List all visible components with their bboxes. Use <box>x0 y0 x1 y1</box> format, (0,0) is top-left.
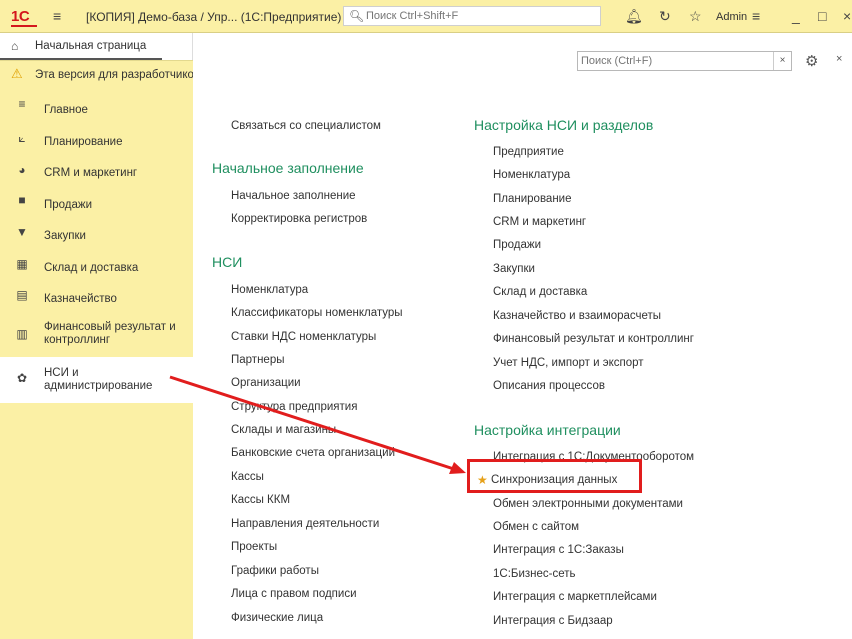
link-settings-crm[interactable]: CRM и маркетинг <box>493 216 586 228</box>
link-orders-integration[interactable]: Интеграция с 1С:Заказы <box>493 544 624 556</box>
bell-icon[interactable]: 🔔︎ <box>625 8 643 25</box>
link-business-network[interactable]: 1С:Бизнес-сеть <box>493 568 576 580</box>
link-nomenclature-classifiers[interactable]: Классификаторы номенклатуры <box>231 307 403 319</box>
sidebar-item-planning[interactable]: ⟀ Планирование <box>0 125 193 157</box>
warehouse-icon: ▦ <box>16 257 28 271</box>
section-title-integration: Настройка интеграции <box>474 422 621 438</box>
link-bidzaar[interactable]: Интеграция с Бидзаар <box>493 615 613 627</box>
logo-underline <box>11 25 37 27</box>
sidebar-item-crm[interactable]: ◕ CRM и маркетинг <box>0 156 193 188</box>
sidebar-item-label: НСИ и администрирование <box>44 367 153 392</box>
home-tab[interactable]: ⌂ Начальная страница <box>0 33 193 60</box>
sidebar-item-label: Планирование <box>44 136 123 148</box>
window-title: [КОПИЯ] Демо-база / Упр... (1С:Предприят… <box>86 10 342 24</box>
link-site-exchange[interactable]: Обмен с сайтом <box>493 521 579 533</box>
cart-icon: ▼ <box>16 225 28 239</box>
link-organizations[interactable]: Организации <box>231 377 301 389</box>
link-register-correction[interactable]: Корректировка регистров <box>231 213 367 225</box>
section-panel: × ⚙ × Связаться со специалистом Начально… <box>193 33 852 639</box>
sections-sidebar: ≡ Главное ⟀ Планирование ◕ CRM и маркети… <box>0 88 193 639</box>
link-settings-planning[interactable]: Планирование <box>493 193 571 205</box>
gear-icon: ✿ <box>16 371 28 385</box>
title-bar: 1С ≡ [КОПИЯ] Демо-база / Упр... (1С:Пред… <box>0 0 852 33</box>
home-tab-label: Начальная страница <box>35 40 147 52</box>
link-warehouses-stores[interactable]: Склады и магазины <box>231 424 336 436</box>
settings-menu-icon[interactable]: ≡ <box>752 8 760 24</box>
link-initial-fill[interactable]: Начальное заполнение <box>231 190 356 202</box>
coins-icon: ▤ <box>16 288 28 302</box>
highlight-rectangle <box>467 459 642 493</box>
maximize-icon[interactable]: □ <box>818 8 826 24</box>
link-settings-vat[interactable]: Учет НДС, импорт и экспорт <box>493 357 644 369</box>
app-logo[interactable]: 1С <box>11 8 37 27</box>
bar-chart-icon: ▥ <box>16 327 28 341</box>
link-signatories[interactable]: Лица с правом подписи <box>231 588 357 600</box>
pie-icon: ◕ <box>18 163 26 177</box>
link-cash-desks[interactable]: Кассы <box>231 471 264 483</box>
close-window-icon[interactable]: × <box>843 8 851 24</box>
link-enterprise-structure[interactable]: Структура предприятия <box>231 401 357 413</box>
user-name[interactable]: Admin <box>716 11 747 23</box>
sidebar-item-admin[interactable]: ✿ НСИ и администрирование <box>0 357 193 403</box>
link-work-schedules[interactable]: Графики работы <box>231 565 319 577</box>
link-settings-treasury[interactable]: Казначейство и взаиморасчеты <box>493 310 661 322</box>
link-kkm-cash-desks[interactable]: Кассы ККМ <box>231 494 290 506</box>
global-search-box[interactable]: 🔍︎ <box>343 6 601 26</box>
link-settings-nomenclature[interactable]: Номенклатура <box>493 169 570 181</box>
section-title-initial: Начальное заполнение <box>212 160 364 176</box>
history-icon[interactable]: ↻ <box>659 8 671 25</box>
link-vat-rates[interactable]: Ставки НДС номенклатуры <box>231 331 376 343</box>
link-enterprise[interactable]: Предприятие <box>493 146 564 158</box>
clear-search-button[interactable]: × <box>773 52 791 70</box>
developer-version-banner: ⚠ Эта версия для разработчиков <box>0 60 193 88</box>
link-edi-exchange[interactable]: Обмен электронными документами <box>493 498 683 510</box>
sidebar-item-label: Финансовый результат и контроллинг <box>44 321 176 346</box>
link-settings-purchases[interactable]: Закупки <box>493 263 535 275</box>
section-title-settings: Настройка НСИ и разделов <box>474 117 654 133</box>
section-title-nsi: НСИ <box>212 254 243 270</box>
sidebar-item-label: Продажи <box>44 199 93 211</box>
sidebar-item-label: Закупки <box>44 230 86 242</box>
link-process-descriptions[interactable]: Описания процессов <box>493 380 605 392</box>
settings-gear-icon[interactable]: ⚙ <box>805 52 818 70</box>
sidebar-item-sales[interactable]: ■ Продажи <box>0 188 193 220</box>
star-icon[interactable]: ☆ <box>689 8 702 25</box>
menu-icon: ≡ <box>18 97 26 111</box>
global-search-input[interactable] <box>366 9 596 23</box>
contact-specialist-link[interactable]: Связаться со специалистом <box>231 120 381 132</box>
panel-search-input[interactable] <box>581 54 771 68</box>
link-partners[interactable]: Партнеры <box>231 354 284 366</box>
panel-search-box[interactable]: × <box>577 51 792 71</box>
link-nomenclature[interactable]: Номенклатура <box>231 284 308 296</box>
sidebar-item-label: Главное <box>44 104 88 116</box>
link-bank-accounts[interactable]: Банковские счета организаций <box>231 447 395 459</box>
sidebar-item-finance[interactable]: ▥ Финансовый результат и контроллинг <box>0 314 193 356</box>
bag-icon: ■ <box>18 193 26 207</box>
hamburger-menu-icon[interactable]: ≡ <box>53 8 61 24</box>
close-panel-icon[interactable]: × <box>836 53 842 65</box>
link-projects[interactable]: Проекты <box>231 541 277 553</box>
home-icon: ⌂ <box>11 39 19 53</box>
sidebar-item-main[interactable]: ≡ Главное <box>0 93 193 125</box>
sidebar-item-label: Казначейство <box>44 293 117 305</box>
link-settings-warehouse[interactable]: Склад и доставка <box>493 286 587 298</box>
search-icon: 🔍︎ <box>349 9 365 23</box>
sidebar-item-label: CRM и маркетинг <box>44 167 138 179</box>
banner-text: Эта версия для разработчиков <box>35 69 193 81</box>
sidebar-item-purchases[interactable]: ▼ Закупки <box>0 219 193 251</box>
chart-icon: ⟀ <box>18 131 26 145</box>
link-settings-finance[interactable]: Финансовый результат и контроллинг <box>493 333 694 345</box>
sidebar-item-treasury[interactable]: ▤ Казначейство <box>0 282 193 314</box>
app-logo-text: 1С <box>11 8 30 25</box>
minimize-icon[interactable]: _ <box>792 8 800 24</box>
sidebar-item-label: Склад и доставка <box>44 262 139 274</box>
warning-icon: ⚠ <box>11 66 23 81</box>
link-settings-sales[interactable]: Продажи <box>493 239 541 251</box>
link-business-lines[interactable]: Направления деятельности <box>231 518 379 530</box>
sidebar-item-warehouse[interactable]: ▦ Склад и доставка <box>0 251 193 283</box>
link-marketplaces[interactable]: Интеграция с маркетплейсами <box>493 591 657 603</box>
link-individuals[interactable]: Физические лица <box>231 612 323 624</box>
